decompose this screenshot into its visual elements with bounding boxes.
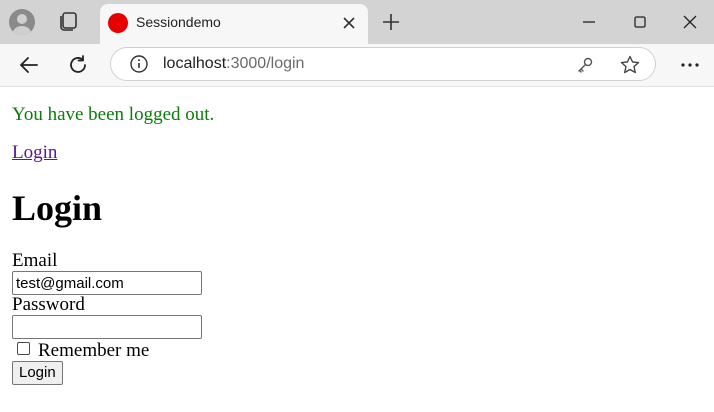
remember-me-checkbox[interactable] [17, 342, 30, 355]
logout-notice: You have been logged out. [12, 104, 215, 125]
more-icon[interactable] [678, 53, 702, 77]
tab-strip: Sessiondemo [0, 0, 714, 44]
close-icon[interactable] [677, 9, 703, 35]
url-host: localhost [163, 55, 227, 72]
minimize-icon[interactable] [576, 9, 602, 35]
url-path: :3000/login [226, 55, 305, 72]
key-icon[interactable] [575, 55, 595, 75]
profile-icon[interactable] [9, 9, 35, 35]
reload-icon[interactable] [66, 53, 90, 77]
email-label: Email [12, 250, 58, 271]
plus-icon[interactable] [380, 11, 402, 33]
maximize-icon[interactable] [627, 9, 653, 35]
address-bar[interactable]: localhost:3000/login [110, 47, 656, 81]
tab-actions-icon[interactable] [56, 10, 80, 34]
password-field[interactable] [12, 315, 202, 339]
site-favicon-icon [108, 13, 128, 33]
close-icon[interactable] [340, 14, 358, 32]
email-field[interactable] [12, 271, 202, 295]
active-tab[interactable]: Sessiondemo [100, 4, 368, 44]
login-button[interactable]: Login [12, 361, 63, 385]
password-label: Password [12, 294, 85, 315]
login-link[interactable]: Login [12, 142, 57, 164]
page-title: Login [12, 188, 103, 228]
tab-title: Sessiondemo [136, 14, 221, 30]
page-content: You have been logged out. Login Login Em… [12, 87, 702, 412]
back-arrow-icon[interactable] [17, 53, 41, 77]
info-icon[interactable] [129, 54, 149, 74]
navigation-toolbar: localhost:3000/login [0, 44, 714, 86]
star-icon[interactable] [619, 54, 641, 76]
remember-me-label: Remember me [38, 340, 150, 361]
url-text[interactable]: localhost:3000/login [163, 55, 304, 73]
